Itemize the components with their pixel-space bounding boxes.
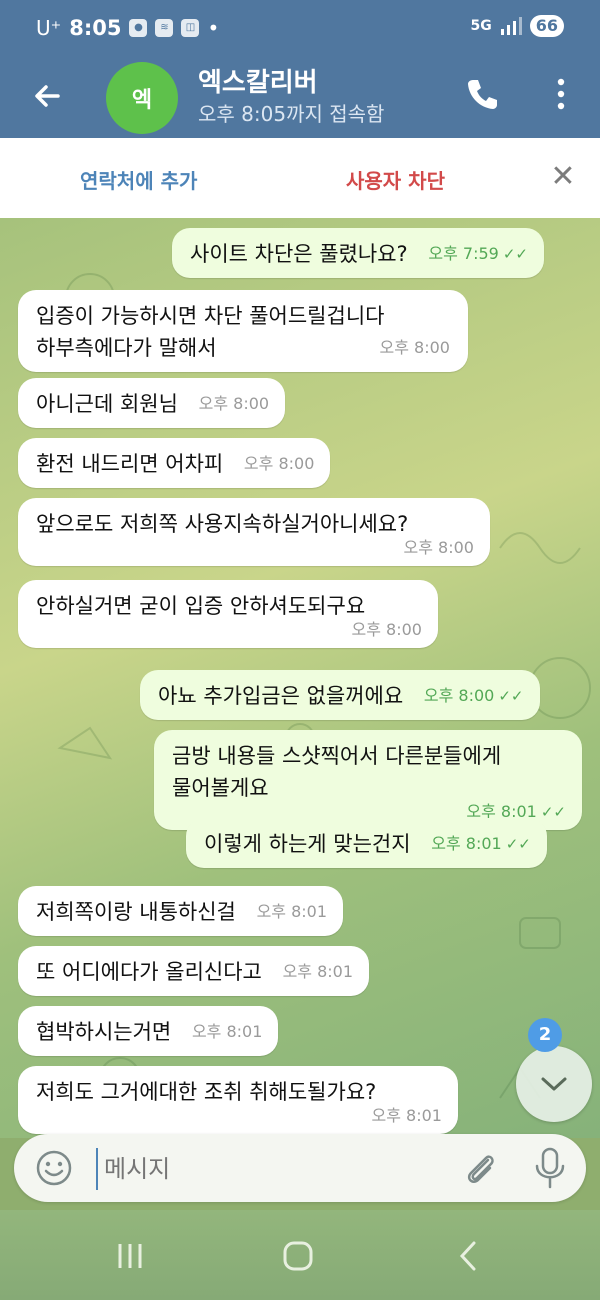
message-time: 오후 8:00: [243, 454, 315, 473]
back-arrow-icon[interactable]: [28, 76, 68, 116]
app-notification-icon: ●: [129, 19, 148, 37]
message-time: 오후 8:00: [198, 394, 270, 413]
message-text: 협박하시는거면: [36, 1020, 172, 1044]
message-text: 안하실거면 굳이 입증 안하셔도되구요: [36, 594, 366, 618]
network-label: 5G: [470, 18, 492, 34]
home-icon[interactable]: [278, 1238, 318, 1274]
message-bubble-incoming[interactable]: 저희도 그거에대한 조취 취해도될가요? 오후 8:01: [18, 1066, 458, 1134]
message-time: 오후 8:00: [379, 338, 450, 357]
message-bubble-incoming[interactable]: 안하실거면 굳이 입증 안하셔도되구요 오후 8:00: [18, 580, 438, 648]
add-contact-button[interactable]: 연락처에 추가: [80, 165, 197, 194]
message-bubble-incoming[interactable]: 또 어디에다가 올리신다고 오후 8:01: [18, 946, 370, 996]
message-time: 오후 7:59: [428, 244, 499, 263]
message-text: 아뇨 추가입금은 없을꺼에요: [158, 684, 404, 708]
emoji-icon[interactable]: [34, 1148, 74, 1188]
battery-indicator: 66: [529, 15, 564, 37]
carrier-label: U⁺: [36, 16, 62, 40]
message-bubble-incoming[interactable]: 저희쪽이랑 내통하신걸 오후 8:01: [18, 886, 344, 936]
message-text: 이렇게 하는게 맞는건지: [204, 832, 411, 856]
message-time: 오후 8:01: [282, 962, 354, 981]
nav-back-icon[interactable]: [448, 1238, 488, 1274]
message-bubble-outgoing[interactable]: 사이트 차단은 풀렸나요? 오후 7:59 ✓✓: [172, 228, 544, 278]
status-time: 8:05: [69, 16, 122, 40]
message-bubble-incoming[interactable]: 협박하시는거면 오후 8:01: [18, 1006, 279, 1056]
double-check-icon: ✓✓: [498, 687, 524, 705]
message-meta: 오후 8:01 ✓✓: [431, 828, 531, 860]
message-bubble-incoming[interactable]: 환전 내드리면 어차피 오후 8:00: [18, 438, 331, 488]
message-time: 오후 8:01: [431, 834, 502, 853]
status-bar: U⁺ 8:05 ● ≋ ◫ • 5G 66: [0, 0, 600, 60]
message-text: 저희도 그거에대한 조취 취해도될가요?: [36, 1080, 377, 1104]
message-list[interactable]: 사이트 차단은 풀렸나요? 오후 7:59 ✓✓ 입증이 가능하시면 차단 풀어드…: [0, 218, 600, 1138]
message-text: 사이트 차단은 풀렸나요?: [190, 242, 408, 266]
message-meta: 오후 8:00 ✓✓: [424, 680, 524, 712]
message-bubble-outgoing[interactable]: 아뇨 추가입금은 없을꺼에요 오후 8:00 ✓✓: [140, 670, 540, 720]
message-text: 환전 내드리면 어차피: [36, 452, 224, 476]
message-time: 오후 8:00: [423, 686, 495, 705]
avatar[interactable]: 엑: [106, 62, 178, 134]
message-text: 아니근데 회원님: [36, 392, 178, 416]
screenshot-icon: ◫: [181, 19, 200, 37]
recent-apps-icon[interactable]: [110, 1238, 150, 1274]
contact-action-bar: 연락처에 추가 사용자 차단 ✕: [0, 138, 600, 218]
chat-header: 엑 엑스칼리버 오후 8:05까지 접속함: [0, 60, 600, 138]
message-text: 입증이 가능하시면 차단 풀어드릴겁니다 하부측에다가 말해서: [36, 304, 385, 360]
message-bubble-incoming[interactable]: 앞으로도 저희쪽 사용지속하실거아니세요? 오후 8:00: [18, 498, 490, 566]
scroll-to-bottom-button[interactable]: [516, 1046, 592, 1122]
mic-icon[interactable]: [532, 1146, 568, 1190]
attach-icon[interactable]: [460, 1148, 500, 1188]
block-user-button[interactable]: 사용자 차단: [346, 165, 445, 194]
message-time: 오후 8:00: [403, 538, 474, 557]
double-check-icon: ✓✓: [540, 803, 566, 821]
message-text: 금방 내용들 스샷찍어서 다른분들에게 물어볼게요: [172, 744, 502, 800]
system-navigation-bar: [0, 1210, 600, 1300]
message-time: 오후 8:01: [371, 1106, 442, 1125]
message-bubble-outgoing[interactable]: 금방 내용들 스샷찍어서 다른분들에게 물어볼게요 오후 8:01 ✓✓: [154, 730, 582, 830]
chat-title[interactable]: 엑스칼리버: [198, 62, 318, 99]
unread-count-badge: 2: [528, 1018, 562, 1052]
chevron-down-icon: [541, 1077, 567, 1091]
double-check-icon: ✓✓: [502, 245, 528, 263]
message-text: 저희쪽이랑 내통하신걸: [36, 900, 236, 924]
dot-icon: •: [207, 16, 220, 40]
message-bubble-incoming[interactable]: 아니근데 회원님 오후 8:00: [18, 378, 286, 428]
message-text: 또 어디에다가 올리신다고: [36, 960, 262, 984]
message-input[interactable]: [96, 1148, 436, 1190]
message-time: 오후 8:00: [351, 620, 422, 639]
message-text: 앞으로도 저희쪽 사용지속하실거아니세요?: [36, 512, 409, 536]
chat-last-seen: 오후 8:05까지 접속함: [198, 102, 385, 126]
message-composer: [14, 1134, 586, 1202]
message-time: 오후 8:01: [256, 902, 328, 921]
message-bubble-outgoing[interactable]: 이렇게 하는게 맞는건지 오후 8:01 ✓✓: [186, 818, 547, 868]
double-check-icon: ✓✓: [505, 835, 531, 853]
close-icon[interactable]: ✕: [548, 160, 578, 194]
message-time: 오후 8:01: [191, 1022, 263, 1041]
signal-icon: [500, 17, 522, 35]
wifi-icon: ≋: [155, 19, 174, 37]
message-bubble-incoming[interactable]: 입증이 가능하시면 차단 풀어드릴겁니다 하부측에다가 말해서 오후 8:00: [18, 290, 468, 372]
message-meta: 오후 7:59 ✓✓: [428, 238, 528, 270]
phone-icon[interactable]: [462, 74, 502, 114]
more-vertical-icon[interactable]: [548, 74, 574, 114]
